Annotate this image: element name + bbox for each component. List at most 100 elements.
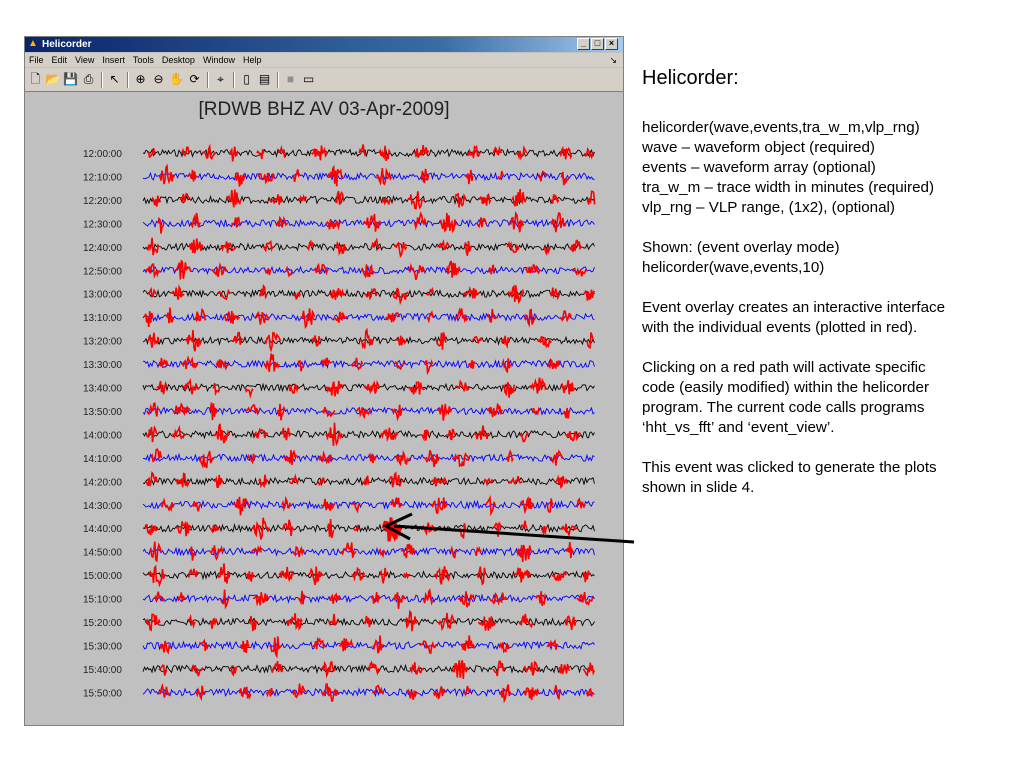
menu-view[interactable]: View (71, 53, 98, 67)
event-trace[interactable] (251, 544, 262, 556)
event-trace[interactable] (325, 380, 344, 397)
event-trace[interactable] (553, 685, 562, 701)
event-trace[interactable] (166, 307, 174, 324)
event-trace[interactable] (149, 541, 162, 563)
event-trace[interactable] (189, 212, 202, 229)
event-trace[interactable] (144, 471, 159, 487)
event-trace[interactable] (320, 498, 336, 511)
event-trace[interactable] (391, 287, 409, 306)
menu-help[interactable]: Help (239, 53, 266, 67)
event-trace[interactable] (328, 592, 341, 604)
colorbar-icon[interactable]: ▯ (239, 72, 254, 87)
event-trace[interactable] (172, 402, 191, 417)
event-trace[interactable] (291, 683, 308, 699)
event-trace[interactable] (240, 639, 250, 654)
event-trace[interactable] (159, 163, 175, 185)
event-trace[interactable] (231, 331, 244, 345)
event-trace[interactable] (258, 283, 268, 300)
event-trace[interactable] (185, 329, 202, 352)
event-trace[interactable] (292, 291, 302, 300)
event-trace[interactable] (146, 332, 160, 348)
menu-edit[interactable]: Edit (48, 53, 72, 67)
menu-window[interactable]: Window (199, 53, 239, 67)
event-trace[interactable] (226, 189, 242, 208)
event-trace[interactable] (310, 145, 329, 161)
event-trace[interactable] (476, 217, 488, 229)
event-trace[interactable] (372, 635, 385, 654)
event-trace[interactable] (512, 567, 531, 583)
event-trace[interactable] (156, 380, 168, 395)
event-trace[interactable] (338, 638, 354, 652)
event-trace[interactable] (248, 615, 258, 632)
event-trace[interactable] (198, 450, 214, 470)
event-trace[interactable] (278, 566, 294, 583)
event-trace[interactable] (187, 613, 196, 629)
print-icon[interactable]: ⎙ (81, 72, 96, 87)
event-trace[interactable] (254, 311, 271, 325)
event-trace[interactable] (194, 307, 207, 323)
event-trace[interactable] (363, 615, 373, 628)
event-trace[interactable] (334, 240, 347, 257)
event-trace[interactable] (497, 170, 505, 181)
event-trace[interactable] (460, 635, 475, 651)
event-trace[interactable] (288, 473, 300, 486)
event-trace[interactable] (265, 687, 274, 698)
event-trace[interactable] (151, 195, 162, 207)
event-trace[interactable] (477, 616, 497, 631)
event-trace[interactable] (320, 683, 339, 702)
event-trace[interactable] (583, 147, 595, 160)
event-trace[interactable] (281, 519, 295, 537)
event-trace[interactable] (558, 663, 571, 675)
event-trace[interactable] (275, 215, 288, 228)
menu-file[interactable]: File (25, 53, 48, 67)
event-trace[interactable] (262, 239, 275, 253)
event-trace[interactable] (153, 591, 165, 602)
pan-icon[interactable]: ✋ (169, 72, 184, 87)
maximize-button[interactable]: □ (591, 38, 604, 50)
dock-figure-icon[interactable]: ↘ (609, 53, 617, 67)
event-trace[interactable] (368, 452, 377, 464)
event-trace[interactable] (144, 523, 159, 536)
legend-icon[interactable]: ▤ (257, 72, 272, 87)
event-trace[interactable] (212, 382, 221, 397)
event-trace[interactable] (582, 570, 591, 583)
event-trace[interactable] (209, 524, 220, 534)
event-trace[interactable] (380, 427, 399, 443)
event-trace[interactable] (474, 546, 482, 556)
event-trace[interactable] (171, 284, 185, 300)
event-trace[interactable] (176, 592, 186, 602)
event-trace[interactable] (492, 660, 506, 677)
event-trace[interactable] (378, 547, 386, 559)
event-trace[interactable] (182, 377, 200, 395)
event-trace[interactable] (326, 164, 344, 187)
event-trace[interactable] (560, 171, 570, 186)
event-trace[interactable] (211, 262, 228, 278)
event-trace[interactable] (543, 246, 551, 257)
event-trace[interactable] (421, 428, 430, 442)
event-trace[interactable] (420, 522, 436, 537)
event-trace[interactable] (445, 260, 461, 278)
event-trace[interactable] (366, 660, 380, 677)
event-trace[interactable] (187, 568, 199, 579)
event-trace[interactable] (287, 383, 299, 394)
event-trace[interactable] (454, 379, 471, 392)
event-trace[interactable] (326, 518, 335, 539)
menu-desktop[interactable]: Desktop (158, 53, 199, 67)
zoom-out-icon[interactable]: ⊖ (151, 72, 166, 87)
event-trace[interactable] (535, 591, 547, 607)
event-trace[interactable] (457, 591, 476, 608)
event-trace[interactable] (325, 422, 343, 447)
event-trace[interactable] (179, 192, 191, 204)
event-trace[interactable] (408, 381, 426, 395)
event-trace[interactable] (143, 311, 154, 327)
event-trace[interactable] (280, 427, 292, 441)
event-trace[interactable] (144, 613, 161, 632)
event-trace[interactable] (223, 311, 241, 324)
save-icon[interactable]: 💾 (63, 72, 78, 87)
event-trace[interactable] (568, 239, 583, 253)
event-trace[interactable] (423, 450, 440, 468)
event-trace[interactable] (217, 563, 231, 584)
event-trace[interactable] (523, 308, 537, 328)
event-trace[interactable] (257, 172, 276, 185)
event-trace[interactable] (412, 144, 430, 159)
